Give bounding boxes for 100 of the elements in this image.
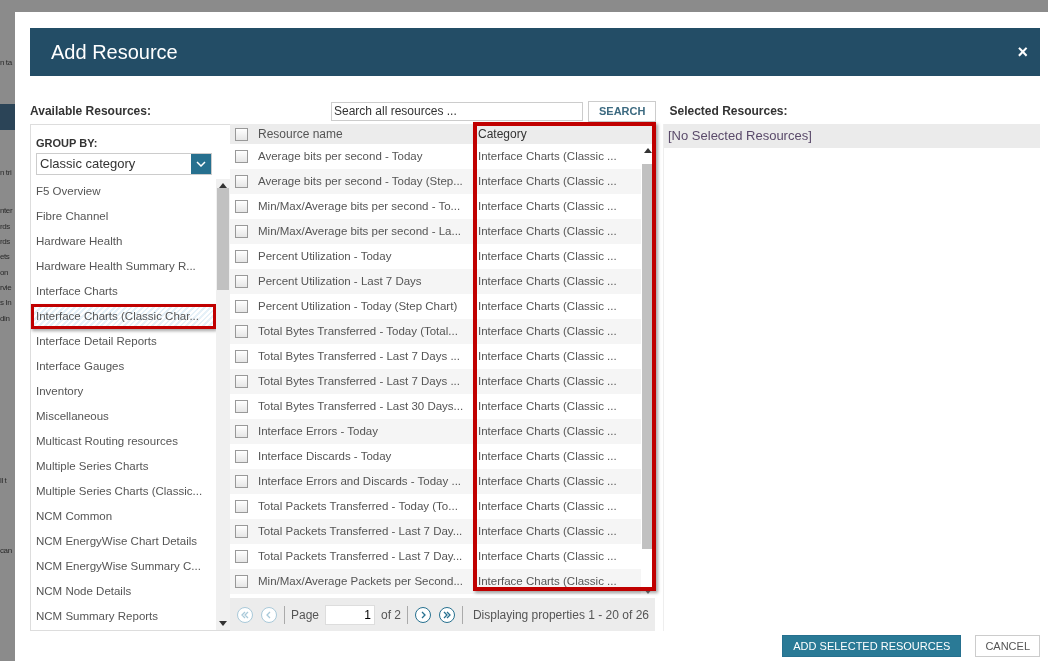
group-item[interactable]: NCM Summary Reports <box>31 603 216 629</box>
table-cell-text: Interface Errors - Today <box>258 423 379 439</box>
group-item[interactable]: Multiple Series Charts (Classic... <box>31 478 216 504</box>
group-item[interactable]: NCM Node Details <box>31 578 216 604</box>
paging-summary: Displaying properties 1 - 20 of 26 <box>472 606 649 624</box>
column-header[interactable]: Resource name <box>258 125 478 143</box>
next-page-icon[interactable] <box>414 605 433 624</box>
table-cell-text: Interface Discards - Today <box>258 448 393 464</box>
table-cell-text: Total Bytes Transferred - Today (Total... <box>258 323 459 339</box>
table-cell-text: Interface Charts (Classic ... <box>478 473 617 489</box>
scroll-down-icon[interactable] <box>219 621 227 626</box>
table-cell-text: Interface Charts (Classic ... <box>478 173 617 189</box>
group-item[interactable]: Interface Charts <box>31 278 216 304</box>
checkbox[interactable] <box>235 225 248 238</box>
group-item[interactable]: Miscellaneous <box>31 403 216 429</box>
group-item[interactable]: Interface Charts (Classic Char... <box>31 303 216 329</box>
background-bar <box>0 104 15 130</box>
checkbox[interactable] <box>235 325 248 338</box>
group-item[interactable]: Hardware Health <box>31 228 216 254</box>
text-fragment: rvie <box>0 282 12 294</box>
table-cell-text: Interface Charts (Classic ... <box>478 548 617 564</box>
last-page-icon[interactable] <box>438 605 457 624</box>
text-fragment: ll t <box>0 475 7 487</box>
table-cell-text: Interface Charts (Classic ... <box>478 423 617 439</box>
group-item[interactable]: Multicast Routing resources <box>31 428 216 454</box>
section-label: Selected Resources: <box>669 104 788 119</box>
search-field[interactable]: Search all resources ... <box>331 101 583 121</box>
chevron-down-icon <box>196 160 206 167</box>
table-cell-text: Interface Errors and Discards - Today ... <box>258 473 463 489</box>
table-cell-text: Min/Max/Average bits per second - La... <box>258 223 463 239</box>
checkbox[interactable] <box>235 525 248 538</box>
table-cell-text: Interface Charts (Classic ... <box>478 198 617 214</box>
checkbox[interactable] <box>235 400 248 413</box>
text-fragment: ets <box>0 251 10 263</box>
table-cell-text: Percent Utilization - Last 7 Days <box>258 273 423 289</box>
group-item[interactable]: NCM EnergyWise Summary C... <box>31 553 216 579</box>
text-fragment: n ta <box>0 57 12 69</box>
checkbox[interactable] <box>235 127 248 141</box>
checkbox[interactable] <box>235 500 248 513</box>
text-fragment: can <box>0 545 12 557</box>
text-fragment: din <box>0 313 10 325</box>
table-cell-text: Interface Charts (Classic ... <box>478 223 617 239</box>
scroll-up-icon[interactable] <box>644 148 652 153</box>
table-cell-text: Interface Charts (Classic ... <box>478 298 617 314</box>
checkbox[interactable] <box>235 350 248 363</box>
empty-message: [No Selected Resources] <box>664 124 1040 148</box>
table-cell-text: Interface Charts (Classic ... <box>478 573 617 589</box>
checkbox[interactable] <box>235 200 248 213</box>
table-cell-text: Total Bytes Transferred - Last 30 Days... <box>258 398 465 414</box>
group-item[interactable]: F5 Overview <box>31 178 216 204</box>
scrollbar[interactable] <box>216 178 230 630</box>
table-cell-text: Total Packets Transferred - Last 7 Day... <box>258 548 464 564</box>
group-item[interactable]: Fibre Channel <box>31 203 216 229</box>
table-cell-text: Min/Max/Average Packets per Second... <box>258 573 464 589</box>
table-cell-text: Total Bytes Transferred - Last 7 Days ... <box>258 348 461 364</box>
table-cell-text: Average bits per second - Today (Step... <box>258 173 464 189</box>
page-label: Page <box>291 606 320 624</box>
group-item[interactable]: NCM Common <box>31 503 216 529</box>
table-cell-text: Average bits per second - Today <box>258 148 424 164</box>
group-by-dropdown[interactable]: Classic category <box>36 152 212 175</box>
checkbox[interactable] <box>235 300 248 313</box>
text-fragment: n tri <box>0 167 12 179</box>
table-cell-text: Interface Charts (Classic ... <box>478 248 617 264</box>
checkbox[interactable] <box>235 275 248 288</box>
checkbox[interactable] <box>235 575 248 588</box>
section-label: Available Resources: <box>30 104 151 119</box>
table-cell-text: Interface Charts (Classic ... <box>478 273 617 289</box>
checkbox[interactable] <box>235 475 248 488</box>
cancel-button[interactable]: CANCEL <box>975 635 1040 657</box>
group-item[interactable]: Hardware Health Summary R... <box>31 253 216 279</box>
scroll-down-icon[interactable] <box>644 589 652 594</box>
text-fragment: s In <box>0 297 12 309</box>
search-button[interactable]: SEARCH <box>588 100 657 122</box>
text-fragment: rds <box>0 221 10 233</box>
table-cell-text: Interface Charts (Classic ... <box>478 348 617 364</box>
checkbox[interactable] <box>235 150 248 163</box>
table-cell-text: Interface Charts (Classic ... <box>478 498 617 514</box>
column-header[interactable]: Category <box>478 125 527 143</box>
checkbox[interactable] <box>235 250 248 263</box>
scroll-thumb[interactable] <box>217 188 229 291</box>
group-item[interactable]: Multiple Series Charts <box>31 453 216 479</box>
add-button[interactable]: ADD SELECTED RESOURCES <box>782 635 962 657</box>
page-count: of 2 <box>381 606 402 624</box>
table-cell-text: Min/Max/Average bits per second - To... <box>258 198 462 214</box>
group-item[interactable]: Interface Detail Reports <box>31 328 216 354</box>
table-cell-text: Total Packets Transferred - Last 7 Day... <box>258 523 464 539</box>
table-cell-text: Interface Charts (Classic ... <box>478 523 617 539</box>
checkbox[interactable] <box>235 375 248 388</box>
table-cell-text: Interface Charts (Classic ... <box>478 448 617 464</box>
checkbox[interactable] <box>235 425 248 438</box>
checkbox[interactable] <box>235 550 248 563</box>
text-fragment: rds <box>0 236 10 248</box>
checkbox[interactable] <box>235 175 248 188</box>
group-item[interactable]: NCM EnergyWise Chart Details <box>31 528 216 554</box>
page-field[interactable]: 1 <box>325 604 376 625</box>
close-button[interactable]: × <box>1017 43 1028 61</box>
group-item[interactable]: Inventory <box>31 378 216 404</box>
checkbox[interactable] <box>235 450 248 463</box>
group-item[interactable]: Interface Gauges <box>31 353 216 379</box>
table-cell-text: Interface Charts (Classic ... <box>478 148 617 164</box>
